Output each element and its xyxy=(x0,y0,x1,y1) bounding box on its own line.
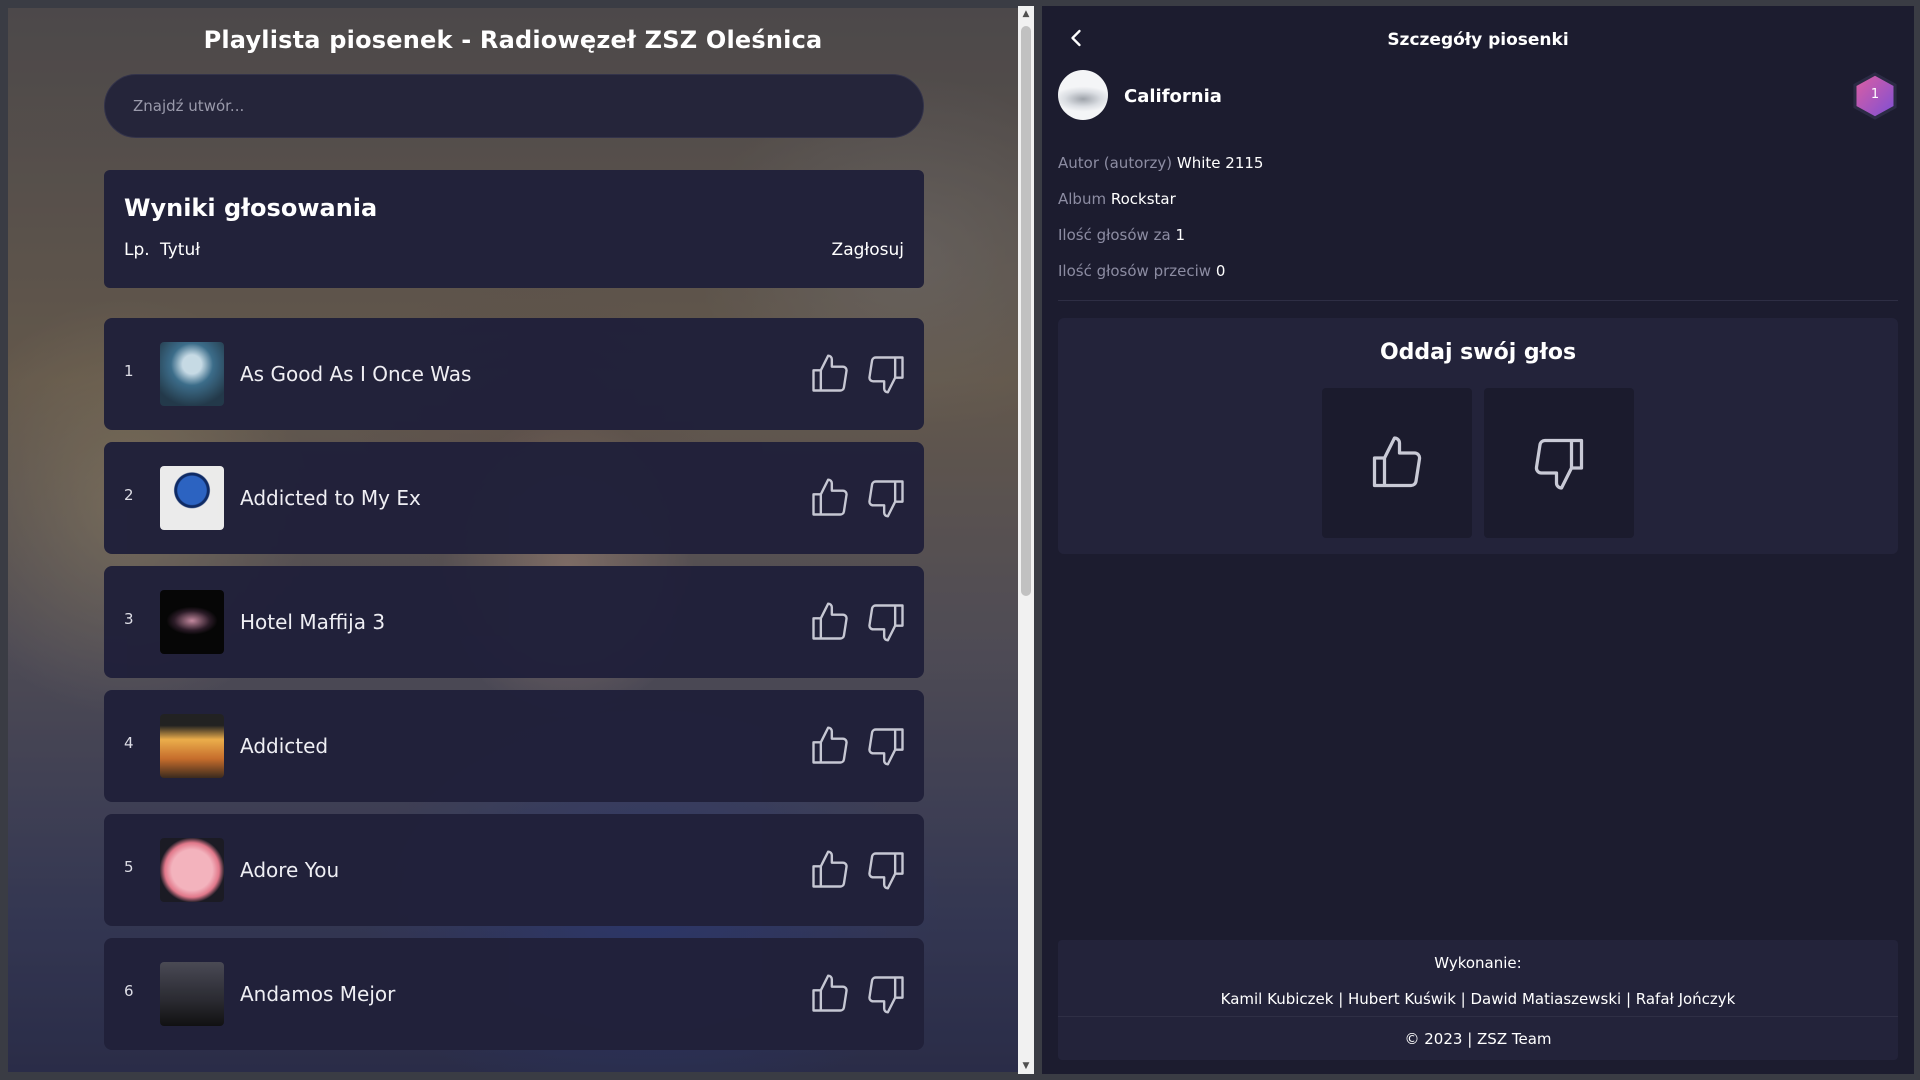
rank-badge: 1 xyxy=(1852,72,1898,120)
vote-down-button[interactable] xyxy=(1484,388,1634,538)
vote-title: Oddaj swój głos xyxy=(1379,340,1577,365)
votes-for-value: 1 xyxy=(1175,226,1185,244)
thumbs-down-icon xyxy=(1534,438,1584,490)
album-cover-icon xyxy=(1058,70,1108,120)
column-number: Lp. xyxy=(124,240,150,260)
column-title: Tytuł xyxy=(160,240,201,260)
footer: Wykonanie: Kamil Kubiczek | Hubert Kuświ… xyxy=(1058,940,1898,1060)
album-value: Rockstar xyxy=(1110,190,1176,208)
scrollbar[interactable]: ▲ ▼ xyxy=(1018,6,1034,1074)
song-row[interactable]: 2 Addicted to My Ex xyxy=(104,442,924,554)
thumbs-down-icon[interactable] xyxy=(864,848,908,892)
column-vote: Zagłosuj xyxy=(831,240,904,260)
song-row[interactable]: 4 Addicted xyxy=(104,690,924,802)
thumbs-down-icon[interactable] xyxy=(864,724,908,768)
votes-for-info: Ilość głosów za 1 xyxy=(1058,226,1185,244)
playlist-pane: Playlista piosenek - Radiowęzeł ZSZ Oleś… xyxy=(8,8,1018,1072)
thumbs-up-icon[interactable] xyxy=(808,352,852,396)
footer-label: Wykonanie: xyxy=(1434,954,1522,972)
page-title: Playlista piosenek - Radiowęzeł ZSZ Oleś… xyxy=(203,26,823,54)
scroll-down-icon[interactable]: ▼ xyxy=(1018,1058,1034,1074)
song-number: 4 xyxy=(124,734,134,752)
votes-against-value: 0 xyxy=(1215,262,1226,280)
song-row[interactable]: 6 Andamos Mejor xyxy=(104,938,924,1050)
song-number: 1 xyxy=(124,362,134,380)
vote-up-button[interactable] xyxy=(1322,388,1472,538)
song-title: Addicted xyxy=(240,734,329,758)
thumbs-up-icon[interactable] xyxy=(808,724,852,768)
song-row[interactable]: 1 As Good As I Once Was xyxy=(104,318,924,430)
song-title: California xyxy=(1124,86,1222,107)
footer-copyright: © 2023 | ZSZ Team xyxy=(1404,1030,1552,1048)
album-cover-icon xyxy=(160,838,224,902)
footer-authors: Kamil Kubiczek | Hubert Kuświk | Dawid M… xyxy=(1220,990,1736,1008)
thumbs-down-icon[interactable] xyxy=(864,476,908,520)
song-row[interactable]: 5 Adore You xyxy=(104,814,924,926)
results-title: Wyniki głosowania xyxy=(124,194,378,222)
album-cover-icon xyxy=(160,962,224,1026)
rank-number: 1 xyxy=(1870,87,1880,102)
thumbs-up-icon xyxy=(1372,436,1422,488)
song-number: 6 xyxy=(124,982,134,1000)
thumbs-down-icon[interactable] xyxy=(864,352,908,396)
song-number: 3 xyxy=(124,610,134,628)
results-header: Wyniki głosowania Lp. Tytuł Zagłosuj xyxy=(104,170,924,288)
scrollbar-thumb[interactable] xyxy=(1021,26,1031,596)
song-row[interactable]: 3 Hotel Maffija 3 xyxy=(104,566,924,678)
album-cover-icon xyxy=(160,590,224,654)
author-value: White 2115 xyxy=(1176,154,1264,172)
song-title: As Good As I Once Was xyxy=(240,362,472,386)
song-number: 5 xyxy=(124,858,134,876)
details-title: Szczegóły piosenki xyxy=(1387,30,1569,50)
votes-for-label: Ilość głosów za xyxy=(1058,226,1171,244)
votes-against-info: Ilość głosów przeciw 0 xyxy=(1058,262,1225,280)
thumbs-up-icon[interactable] xyxy=(808,476,852,520)
thumbs-up-icon[interactable] xyxy=(808,972,852,1016)
album-cover-icon xyxy=(160,342,224,406)
song-number: 2 xyxy=(124,486,134,504)
song-title: Hotel Maffija 3 xyxy=(240,610,386,634)
author-label: Autor (autorzy) xyxy=(1058,154,1173,172)
thumbs-up-icon[interactable] xyxy=(808,848,852,892)
song-title: Andamos Mejor xyxy=(240,982,396,1006)
footer-divider xyxy=(1058,1016,1898,1017)
thumbs-up-icon[interactable] xyxy=(808,600,852,644)
album-label: Album xyxy=(1058,190,1107,208)
votes-against-label: Ilość głosów przeciw xyxy=(1058,262,1212,280)
album-cover-icon xyxy=(160,466,224,530)
divider xyxy=(1058,300,1898,301)
album-cover-icon xyxy=(160,714,224,778)
details-pane: Szczegóły piosenki California 1 Autor (a… xyxy=(1042,6,1914,1074)
song-title: Addicted to My Ex xyxy=(240,486,421,510)
thumbs-down-icon[interactable] xyxy=(864,600,908,644)
scroll-up-icon[interactable]: ▲ xyxy=(1018,6,1034,22)
song-title: Adore You xyxy=(240,858,340,882)
vote-panel: Oddaj swój głos xyxy=(1058,318,1898,554)
search-input[interactable] xyxy=(104,74,924,138)
album-info: Album Rockstar xyxy=(1058,190,1176,208)
author-info: Autor (autorzy) White 2115 xyxy=(1058,154,1263,172)
thumbs-down-icon[interactable] xyxy=(864,972,908,1016)
